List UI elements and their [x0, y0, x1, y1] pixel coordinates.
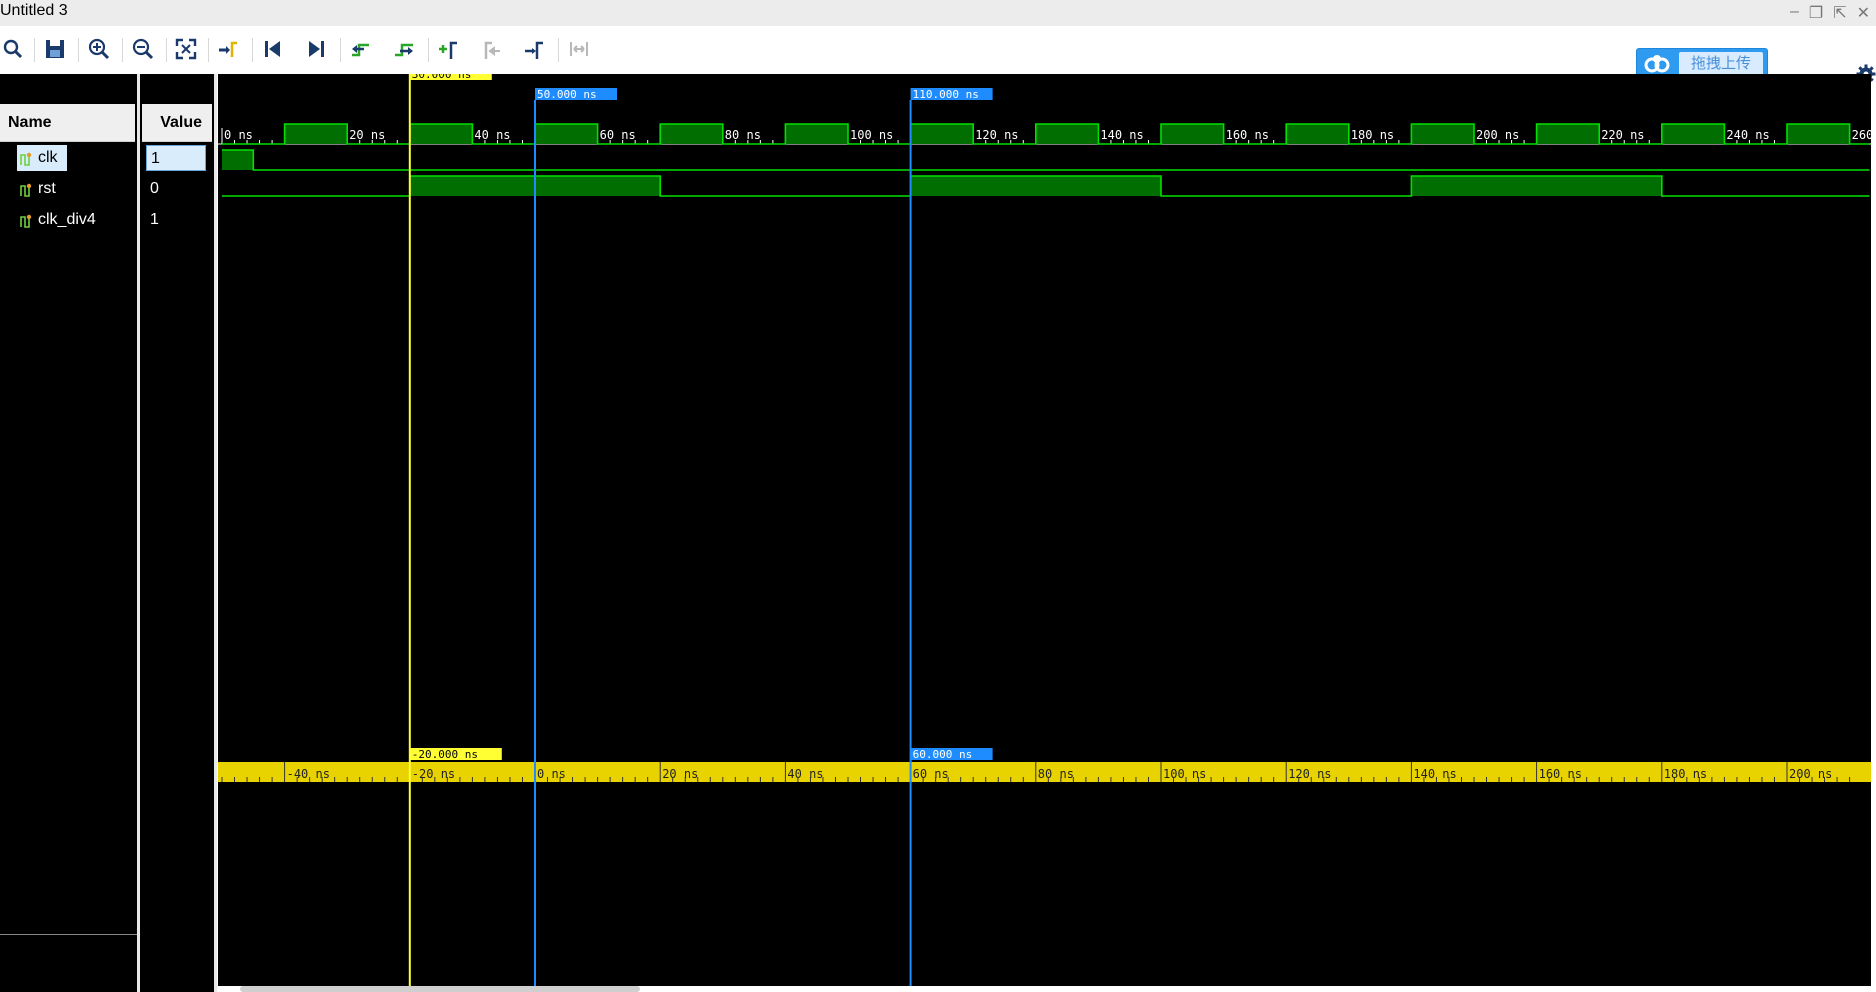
search-icon[interactable] — [0, 36, 26, 62]
maximize-icon[interactable]: ⇱ — [1833, 3, 1846, 23]
bottom-ruler-label: 140 ns — [1413, 767, 1456, 781]
bottom-ruler-label: -40 ns — [287, 767, 330, 781]
signal-icon — [20, 214, 32, 228]
wave-high-segment — [284, 124, 348, 144]
bottom-ruler-label: 180 ns — [1664, 767, 1707, 781]
ruler-label: 140 ns — [1100, 128, 1143, 142]
cursor-flag-label: 50.000 ns — [537, 88, 597, 101]
wave-trace — [222, 149, 1870, 171]
cursor-flag-label: 30.000 ns — [412, 74, 472, 81]
zoom-out-icon[interactable] — [130, 36, 156, 62]
signal-name: rst — [38, 180, 56, 197]
time-ruler-bottom: -40 ns -20 ns 0 ns 20 ns 40 ns 60 ns 80 ns 100 … — [218, 762, 1871, 782]
wave-high-segment — [222, 150, 254, 170]
wave-high-segment — [1661, 124, 1725, 144]
signal-value-rst: 0 — [150, 180, 159, 197]
wave-high-segment — [1787, 124, 1850, 144]
bottom-ruler-label: 200 ns — [1789, 767, 1832, 781]
wave-high-segment — [785, 124, 848, 144]
ruler-label: 260 — [1852, 128, 1871, 142]
signal-name: clk_div4 — [38, 211, 96, 228]
signal-name: clk — [38, 149, 58, 166]
signal-row-clk-div4[interactable]: clk_div4 — [0, 207, 137, 233]
signal-row-rst[interactable]: rst — [0, 176, 137, 202]
go-to-start-icon[interactable] — [260, 36, 286, 62]
ruler-label: 0 ns — [224, 128, 253, 142]
name-column-header[interactable]: Name — [0, 104, 135, 142]
ruler-label: 120 ns — [975, 128, 1018, 142]
wave-high-segment — [409, 124, 473, 144]
ruler-label: 40 ns — [474, 128, 510, 142]
bottom-ruler-label: 100 ns — [1163, 767, 1206, 781]
previous-transition-icon[interactable] — [348, 36, 374, 62]
panel-splitter-wave[interactable] — [214, 74, 217, 992]
wave-high-segment — [1161, 124, 1224, 144]
signal-value-clk-div4: 1 — [150, 211, 159, 228]
signal-value-clk[interactable]: 1 — [146, 145, 206, 171]
panel-divider — [0, 934, 137, 935]
save-icon[interactable] — [42, 36, 68, 62]
upload-label[interactable]: 拖拽上传 — [1679, 52, 1763, 76]
ruler-label: 200 ns — [1476, 128, 1519, 142]
wave-high-segment — [1536, 124, 1600, 144]
zoom-in-icon[interactable] — [86, 36, 112, 62]
window-title: Untitled 3 — [0, 2, 68, 19]
next-marker-icon[interactable] — [522, 36, 548, 62]
wave-high-segment — [1035, 124, 1099, 144]
ruler-label: 180 ns — [1351, 128, 1394, 142]
wave-high-segment — [660, 124, 723, 144]
ruler-label: 240 ns — [1726, 128, 1769, 142]
signal-row-clk[interactable]: clk — [0, 145, 137, 171]
swap-cursors-icon — [566, 36, 592, 62]
cursor-flag-label: -20.000 ns — [412, 748, 478, 761]
ruler-label: 20 ns — [349, 128, 385, 142]
ruler-label: 100 ns — [850, 128, 893, 142]
bottom-ruler-label: -20 ns — [412, 767, 455, 781]
horizontal-scrollbar[interactable] — [240, 986, 640, 992]
next-transition-icon[interactable] — [391, 36, 417, 62]
wave-high-segment — [1286, 124, 1349, 144]
cursors: 50.000 ns 110.000 ns 60.000 ns 30.000 ns -20… — [408, 68, 993, 986]
bottom-ruler-label: 160 ns — [1539, 767, 1582, 781]
cursor-flag-label: 110.000 ns — [913, 88, 979, 101]
bottom-ruler-label: 60 ns — [913, 767, 949, 781]
signal-icon — [20, 152, 32, 166]
bottom-ruler-label: 80 ns — [1038, 767, 1074, 781]
bottom-ruler-label: 40 ns — [787, 767, 823, 781]
title-bar: Untitled 3 – ❐ ⇱ ✕ — [0, 0, 1876, 26]
close-icon[interactable]: ✕ — [1857, 3, 1870, 23]
wave-high-segment — [535, 124, 598, 144]
wave-rst — [222, 149, 1870, 171]
signal-icon — [20, 183, 32, 197]
toolbar: 拖拽上传 — [0, 26, 1876, 84]
ruler-label: 80 ns — [725, 128, 761, 142]
cursor-flag-label: 60.000 ns — [913, 748, 973, 761]
wave-clk-div4 — [222, 175, 1870, 197]
wave-high-segment — [910, 176, 1161, 196]
go-to-end-icon[interactable] — [303, 36, 329, 62]
bottom-ruler-label: 0 ns — [537, 767, 566, 781]
wave-high-segment — [1411, 124, 1474, 144]
bottom-ruler-label: 120 ns — [1288, 767, 1331, 781]
ruler-label: 60 ns — [600, 128, 636, 142]
bottom-ruler-label: 20 ns — [662, 767, 698, 781]
go-to-cursor-icon[interactable] — [216, 36, 242, 62]
restore-icon[interactable]: ❐ — [1809, 3, 1823, 23]
waveform-area[interactable]: 0 ns 20 ns 40 ns 60 ns 80 ns 100 ns 120 ns 140 … — [218, 68, 1873, 986]
previous-marker-icon — [479, 36, 505, 62]
add-marker-icon[interactable] — [436, 36, 462, 62]
zoom-fit-icon[interactable] — [173, 36, 199, 62]
value-column-header[interactable]: Value — [142, 104, 212, 142]
minimize-icon[interactable]: – — [1790, 3, 1799, 23]
wave-high-segment — [1411, 176, 1662, 196]
ruler-label: 220 ns — [1601, 128, 1644, 142]
wave-high-segment — [910, 124, 974, 144]
ruler-label: 160 ns — [1226, 128, 1269, 142]
window-controls: – ❐ ⇱ ✕ — [1790, 3, 1870, 23]
